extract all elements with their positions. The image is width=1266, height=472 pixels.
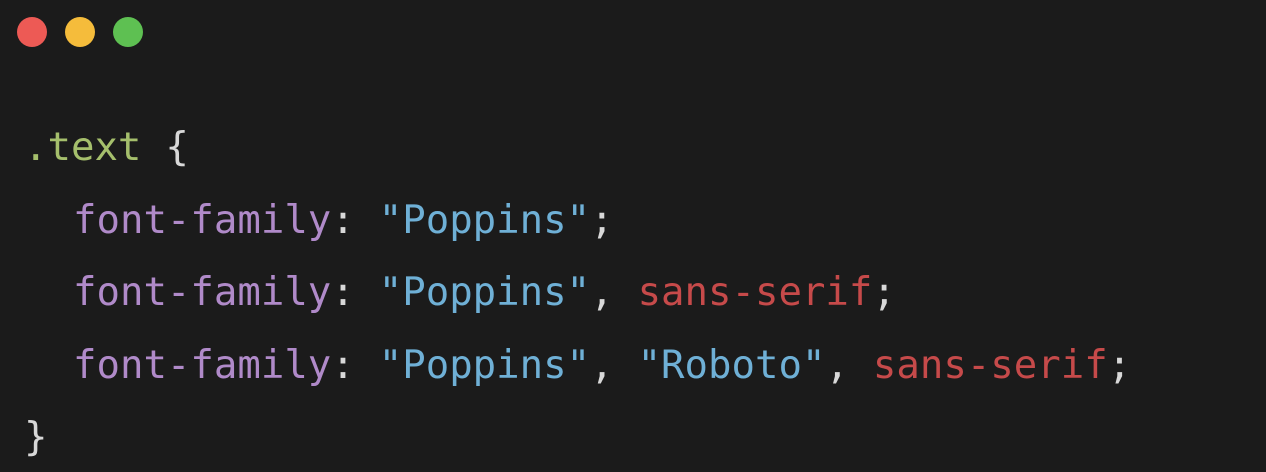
semicolon: ; (590, 197, 614, 243)
semicolon: ; (1107, 342, 1132, 388)
maximize-button[interactable] (113, 17, 143, 47)
string-value: "Roboto" (637, 342, 826, 388)
colon: : (331, 197, 355, 243)
code-line-5: } (24, 402, 1131, 472)
code-line-3: font-family: "Poppins", sans-serif; (24, 257, 1131, 330)
code-line-2: font-family: "Poppins"; (24, 185, 1131, 258)
css-property: font-family (73, 270, 332, 315)
code-line-1: .text { (24, 112, 1131, 185)
comma: , (825, 342, 849, 388)
semicolon: ; (872, 270, 896, 315)
code-window: .text{font-family: "Poppins"; font-family:… (0, 0, 1266, 472)
colon: : (331, 270, 355, 315)
comma: , (590, 270, 614, 315)
open-brace: { (165, 125, 189, 170)
code-block: .text{font-family: "Poppins"; font-family:… (24, 112, 1131, 472)
string-value: "Poppins" (378, 197, 591, 243)
window-controls (17, 17, 143, 47)
close-brace: } (24, 415, 48, 460)
string-value: "Poppins" (378, 342, 591, 388)
generic-family-keyword: sans-serif (872, 342, 1108, 388)
generic-family-keyword: sans-serif (637, 270, 873, 315)
comma: , (590, 342, 614, 388)
css-property: font-family (73, 342, 332, 388)
css-property: font-family (73, 197, 332, 243)
css-selector: .text (24, 125, 142, 170)
minimize-button[interactable] (65, 17, 95, 47)
string-value: "Poppins" (378, 270, 591, 315)
code-line-4: font-family: "Poppins", "Roboto", sans-seri… (24, 330, 1131, 403)
colon: : (331, 342, 355, 388)
close-button[interactable] (17, 17, 47, 47)
